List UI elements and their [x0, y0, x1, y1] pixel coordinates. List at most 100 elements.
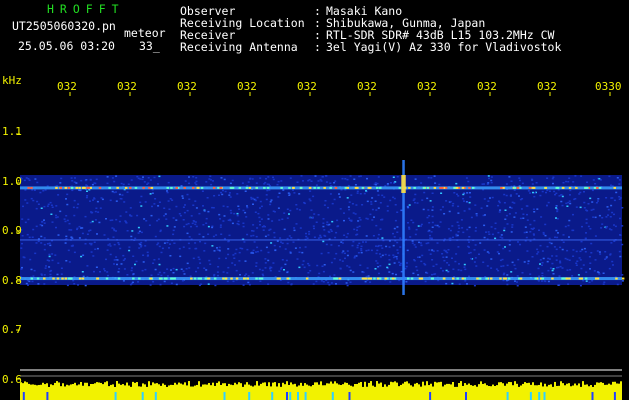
- noise-speckle: [430, 237, 433, 239]
- noise-speckle: [222, 205, 225, 207]
- noise-speckle: [485, 231, 487, 233]
- noise-speckle: [159, 229, 162, 232]
- noise-speckle: [431, 215, 434, 218]
- noise-speckle: [90, 251, 93, 253]
- noise-speckle: [452, 236, 454, 239]
- noise-speckle: [265, 178, 267, 180]
- noise-speckle: [199, 240, 201, 243]
- noise-speckle: [565, 202, 568, 205]
- noise-speckle: [66, 284, 69, 287]
- carrier-hotspot: [452, 277, 455, 280]
- noise-speckle: [170, 282, 173, 284]
- noise-speckle: [281, 259, 284, 261]
- noise-speckle: [569, 269, 572, 271]
- level-bar: [54, 382, 56, 389]
- noise-speckle: [365, 235, 368, 237]
- noise-speckle: [553, 190, 556, 193]
- carrier-hotspot: [392, 277, 395, 280]
- level-bar: [108, 386, 110, 389]
- noise-speckle: [111, 219, 114, 221]
- level-bar: [232, 385, 234, 389]
- level-bar: [538, 384, 540, 389]
- noise-speckle: [32, 199, 35, 202]
- level-bar: [290, 382, 292, 389]
- meteor-label: meteor: [124, 26, 166, 40]
- level-bar: [436, 382, 438, 389]
- noise-speckle: [49, 273, 52, 276]
- noise-speckle: [567, 201, 570, 204]
- noise-speckle: [172, 233, 175, 236]
- level-bar: [286, 381, 288, 389]
- noise-speckle: [358, 225, 361, 228]
- carrier-hotspot: [229, 186, 233, 189]
- noise-speckle: [551, 262, 554, 265]
- noise-speckle: [166, 268, 169, 270]
- noise-speckle: [288, 194, 291, 196]
- noise-speckle: [410, 219, 413, 221]
- noise-speckle: [390, 182, 392, 184]
- level-bar: [270, 386, 272, 389]
- level-bar: [564, 385, 566, 389]
- noise-speckle: [371, 197, 374, 199]
- noise-speckle: [589, 228, 592, 230]
- noise-speckle: [547, 280, 550, 283]
- level-bar: [272, 382, 274, 389]
- noise-speckle: [84, 179, 87, 182]
- noise-speckle: [233, 257, 236, 259]
- noise-speckle: [575, 250, 578, 253]
- level-bar: [56, 381, 58, 389]
- noise-speckle: [457, 212, 460, 214]
- carrier-hotspot: [420, 277, 424, 280]
- noise-speckle: [198, 258, 201, 261]
- noise-speckle: [99, 271, 101, 273]
- noise-speckle: [245, 273, 248, 275]
- noise-speckle: [137, 226, 140, 229]
- noise-speckle: [21, 242, 23, 245]
- noise-speckle: [336, 219, 339, 222]
- noise-speckle: [250, 235, 253, 237]
- noise-speckle: [270, 199, 273, 201]
- noise-speckle: [120, 263, 123, 265]
- noise-speckle: [55, 214, 57, 217]
- noise-speckle: [241, 182, 244, 184]
- level-bar: [546, 386, 548, 389]
- noise-speckle: [597, 198, 600, 200]
- noise-speckle: [278, 219, 281, 221]
- noise-speckle: [327, 281, 330, 284]
- noise-speckle: [86, 190, 88, 192]
- noise-speckle: [165, 218, 168, 220]
- level-bar: [462, 385, 464, 389]
- noise-speckle: [467, 245, 470, 248]
- noise-speckle: [267, 251, 270, 254]
- level-bar: [118, 383, 120, 389]
- carrier-hotspot: [213, 277, 217, 280]
- level-bar: [216, 382, 218, 389]
- noise-speckle: [195, 183, 198, 186]
- noise-speckle: [621, 280, 624, 282]
- level-bar: [404, 381, 406, 389]
- noise-speckle: [544, 280, 547, 283]
- noise-speckle: [308, 230, 311, 233]
- level-bar: [514, 381, 516, 389]
- noise-speckle: [300, 175, 303, 177]
- noise-speckle: [399, 262, 402, 265]
- noise-speckle: [357, 252, 360, 254]
- noise-speckle: [175, 268, 178, 271]
- noise-speckle: [500, 234, 503, 236]
- noise-speckle: [252, 249, 255, 252]
- faint-line: [20, 239, 622, 241]
- noise-speckle: [355, 204, 358, 206]
- noise-speckle: [338, 193, 340, 195]
- noise-speckle: [610, 229, 613, 231]
- noise-speckle: [356, 246, 359, 249]
- noise-speckle: [267, 218, 270, 220]
- noise-speckle: [428, 249, 431, 251]
- noise-speckle: [487, 200, 490, 202]
- noise-speckle: [457, 269, 460, 271]
- noise-speckle: [480, 207, 483, 209]
- noise-speckle: [346, 197, 349, 199]
- noise-speckle: [154, 235, 157, 238]
- noise-speckle: [569, 202, 572, 205]
- level-bar: [162, 383, 164, 389]
- noise-speckle: [216, 271, 219, 273]
